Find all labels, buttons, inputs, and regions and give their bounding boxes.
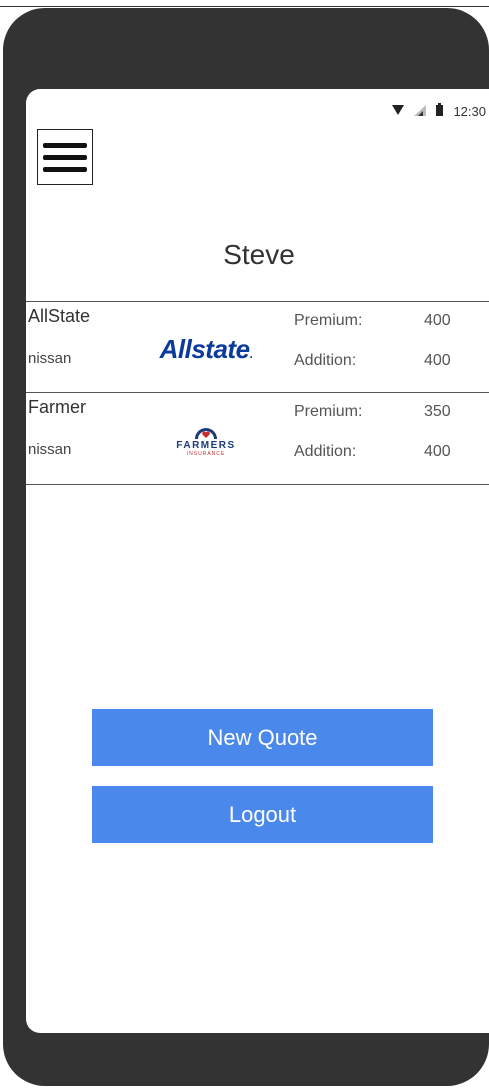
phone-screen: 12:30 Steve AllState nissan Allstate. Pr… xyxy=(26,89,489,1033)
logout-button[interactable]: Logout xyxy=(92,786,433,843)
farmers-emblem-icon xyxy=(195,427,217,439)
quote-company: AllState xyxy=(28,306,91,326)
allstate-logo-suffix: . xyxy=(249,346,253,361)
signal-icon xyxy=(414,104,427,119)
addition-value: 400 xyxy=(424,443,451,460)
quote-list: AllState nissan Allstate. Premium: 400 A… xyxy=(26,301,489,485)
user-name: Steve xyxy=(223,239,295,270)
menu-bar xyxy=(43,154,87,160)
premium-label: Premium: xyxy=(294,312,363,329)
farmers-logo-text: FARMERS xyxy=(176,439,236,451)
status-bar: 12:30 xyxy=(392,101,489,121)
quote-row-farmers[interactable]: Farmer nissan FARMERS INSURANCE Premium: xyxy=(26,392,489,485)
quote-company: Farmer xyxy=(28,397,86,417)
addition-value: 400 xyxy=(424,352,451,369)
quote-car: nissan xyxy=(28,441,72,458)
allstate-logo-text: Allstate xyxy=(159,333,250,364)
quote-car: nissan xyxy=(28,350,72,367)
new-quote-button[interactable]: New Quote xyxy=(92,709,433,766)
menu-bar xyxy=(43,166,87,172)
farmers-logo: FARMERS INSURANCE xyxy=(146,415,266,465)
addition-label: Addition: xyxy=(294,352,357,369)
phone-frame: 12:30 Steve AllState nissan Allstate. Pr… xyxy=(3,8,489,1086)
premium-label: Premium: xyxy=(294,403,363,420)
quote-row-allstate[interactable]: AllState nissan Allstate. Premium: 400 A… xyxy=(26,301,489,392)
addition-label: Addition: xyxy=(294,443,357,460)
menu-bar xyxy=(43,142,87,148)
status-time: 12:30 xyxy=(453,103,486,119)
farmers-logo-sub: INSURANCE xyxy=(186,450,226,457)
page-top-rule xyxy=(0,6,489,7)
premium-value: 350 xyxy=(424,403,451,420)
hamburger-menu-icon[interactable] xyxy=(37,129,93,185)
premium-value: 400 xyxy=(424,312,451,329)
allstate-logo: Allstate. xyxy=(146,324,266,374)
wifi-icon xyxy=(392,104,405,119)
battery-icon xyxy=(436,103,444,119)
